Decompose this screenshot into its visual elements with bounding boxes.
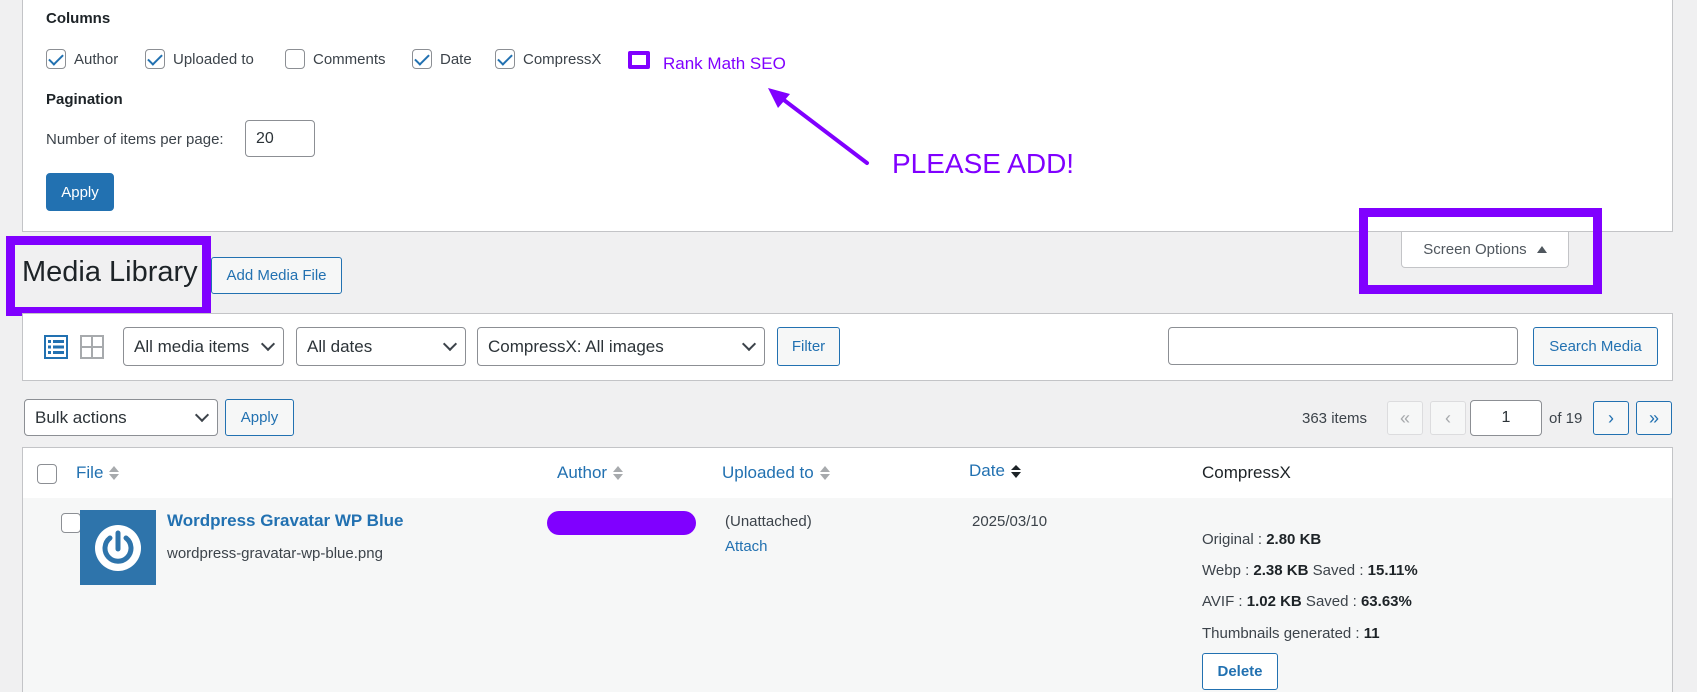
media-type-value: All media items bbox=[134, 336, 250, 356]
column-header-file[interactable]: File bbox=[76, 463, 120, 483]
compressx-original: Original : 2.80 KB bbox=[1202, 531, 1321, 548]
date-header-label: Date bbox=[969, 461, 1005, 480]
annotation-text: PLEASE ADD! bbox=[892, 148, 1075, 179]
avif-saved-label: Saved : bbox=[1301, 593, 1361, 610]
rank-math-label: Rank Math SEO bbox=[663, 54, 786, 73]
author-label: Author bbox=[74, 50, 119, 68]
author-checkbox[interactable] bbox=[46, 49, 66, 69]
search-input[interactable] bbox=[1168, 327, 1518, 365]
select-all-checkbox[interactable] bbox=[37, 464, 57, 484]
add-media-file-button[interactable]: Add Media File bbox=[211, 257, 342, 294]
screen-options-toggle[interactable]: Screen Options bbox=[1401, 232, 1569, 268]
row-checkbox[interactable] bbox=[60, 513, 81, 533]
file-name: wordpress-gravatar-wp-blue.png bbox=[167, 545, 383, 562]
original-value: 2.80 KB bbox=[1266, 531, 1322, 548]
compressx-delete-button[interactable]: Delete bbox=[1202, 653, 1278, 690]
avif-saved-value: 63.63% bbox=[1360, 593, 1412, 610]
original-label: Original : bbox=[1202, 531, 1267, 548]
next-page-button[interactable]: › bbox=[1593, 401, 1629, 435]
webp-value: 2.38 KB bbox=[1253, 562, 1309, 579]
rank-math-checkbox-mock bbox=[628, 51, 650, 69]
author-header-label: Author bbox=[557, 463, 608, 482]
column-toggle-compressx[interactable]: CompressX bbox=[495, 49, 601, 69]
date-value: 2025/03/10 bbox=[972, 513, 1048, 530]
chevron-down-icon bbox=[741, 336, 757, 352]
screen-options-apply-button[interactable]: Apply bbox=[46, 173, 114, 211]
filter-button[interactable]: Filter bbox=[777, 327, 840, 366]
first-page-button[interactable]: « bbox=[1387, 401, 1423, 435]
file-title-link[interactable]: Wordpress Gravatar WP Blue bbox=[167, 511, 404, 531]
compressx-filter-value: CompressX: All images bbox=[488, 336, 664, 356]
column-toggle-author[interactable]: Author bbox=[46, 49, 118, 69]
column-toggle-date[interactable]: Date bbox=[412, 49, 472, 69]
compressx-avif: AVIF : 1.02 KB Saved : 63.63% bbox=[1202, 593, 1412, 610]
compressx-thumbnails: Thumbnails generated : 11 bbox=[1202, 625, 1380, 642]
avif-label: AVIF : bbox=[1202, 593, 1247, 610]
thumbs-value: 11 bbox=[1363, 625, 1380, 642]
bulk-actions-select[interactable]: Bulk actions bbox=[24, 399, 218, 436]
thumbs-label: Thumbnails generated : bbox=[1202, 625, 1364, 642]
author-redaction bbox=[547, 511, 696, 535]
comments-label: Comments bbox=[313, 50, 386, 68]
thumbnail[interactable] bbox=[80, 510, 156, 585]
chevron-down-icon bbox=[442, 336, 458, 352]
column-header-uploaded-to[interactable]: Uploaded to bbox=[722, 463, 830, 483]
column-header-author[interactable]: Author bbox=[557, 463, 624, 483]
sort-icon bbox=[109, 466, 120, 480]
column-toggle-comments[interactable]: Comments bbox=[285, 49, 386, 69]
webp-saved-value: 15.11% bbox=[1367, 562, 1418, 579]
items-per-page-label: Number of items per page: bbox=[46, 131, 224, 148]
items-count: 363 items bbox=[1302, 410, 1368, 427]
comments-checkbox[interactable] bbox=[285, 49, 305, 69]
sort-icon bbox=[819, 466, 830, 480]
annotation-arrow-icon bbox=[768, 88, 869, 165]
avif-value: 1.02 KB bbox=[1246, 593, 1302, 610]
column-toggle-uploaded-to[interactable]: Uploaded to bbox=[145, 49, 254, 69]
uploaded-to-checkbox[interactable] bbox=[145, 49, 165, 69]
last-page-button[interactable]: » bbox=[1636, 401, 1672, 435]
power-icon bbox=[95, 524, 141, 571]
webp-saved-label: Saved : bbox=[1308, 562, 1368, 579]
search-media-button[interactable]: Search Media bbox=[1533, 327, 1658, 366]
date-filter-value: All dates bbox=[307, 336, 373, 356]
prev-page-button[interactable]: ‹ bbox=[1430, 401, 1466, 435]
attach-link[interactable]: Attach bbox=[725, 538, 768, 555]
total-pages: of 19 bbox=[1549, 410, 1583, 427]
sort-desc-icon bbox=[1010, 464, 1021, 478]
date-checkbox[interactable] bbox=[412, 49, 432, 69]
bulk-apply-button[interactable]: Apply bbox=[225, 399, 294, 436]
compressx-webp: Webp : 2.38 KB Saved : 15.11% bbox=[1202, 562, 1418, 579]
screen-options-toggle-label: Screen Options bbox=[1423, 241, 1527, 258]
column-header-compressx: CompressX bbox=[1202, 463, 1291, 482]
bulk-actions-value: Bulk actions bbox=[35, 407, 127, 427]
uploaded-to-value: (Unattached) bbox=[725, 513, 812, 530]
compressx-checkbox[interactable] bbox=[495, 49, 515, 69]
date-select[interactable]: All dates bbox=[296, 327, 466, 366]
uploaded-to-label: Uploaded to bbox=[173, 50, 254, 68]
current-page-input[interactable]: 1 bbox=[1470, 400, 1542, 436]
grid-view-icon[interactable] bbox=[80, 335, 104, 359]
column-header-date[interactable]: Date bbox=[969, 461, 1021, 481]
items-per-page-input[interactable]: 20 bbox=[245, 120, 315, 157]
table-header bbox=[22, 447, 1673, 499]
page-title: Media Library bbox=[22, 256, 198, 288]
compressx-select[interactable]: CompressX: All images bbox=[477, 327, 765, 366]
file-header-label: File bbox=[76, 463, 104, 482]
media-type-select[interactable]: All media items bbox=[123, 327, 284, 366]
list-view-icon[interactable] bbox=[44, 335, 68, 359]
date-label: Date bbox=[440, 50, 472, 68]
compressx-label: CompressX bbox=[523, 50, 602, 68]
pagination-heading: Pagination bbox=[46, 91, 123, 108]
uploaded-to-header-label: Uploaded to bbox=[722, 463, 814, 482]
chevron-down-icon bbox=[194, 407, 210, 423]
sort-icon bbox=[613, 466, 624, 480]
webp-label: Webp : bbox=[1202, 562, 1254, 579]
triangle-up-icon bbox=[1536, 246, 1547, 253]
chevron-down-icon bbox=[260, 336, 276, 352]
columns-heading: Columns bbox=[46, 10, 111, 27]
